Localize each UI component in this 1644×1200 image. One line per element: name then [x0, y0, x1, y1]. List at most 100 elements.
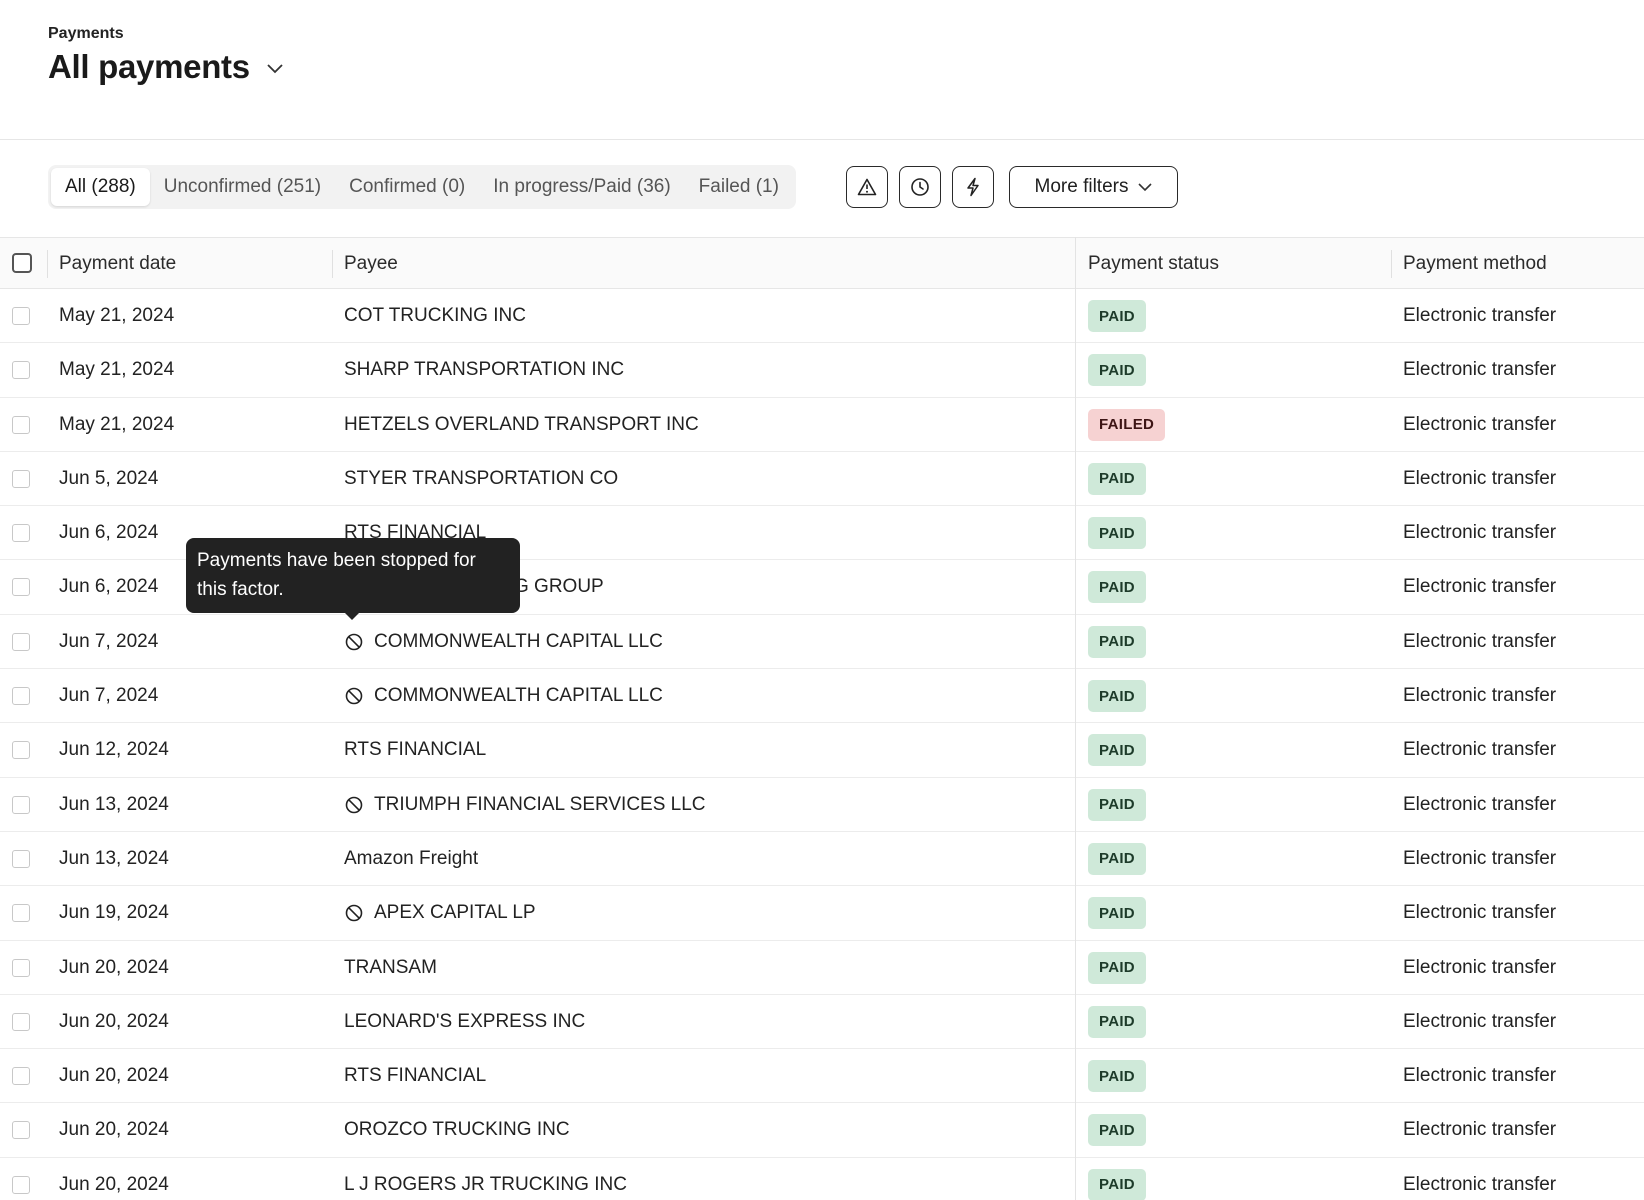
payment-method: Electronic transfer: [1403, 956, 1557, 978]
blocked-icon[interactable]: [344, 686, 364, 706]
row-checkbox[interactable]: [12, 687, 30, 706]
clock-filter-button[interactable]: [899, 166, 941, 208]
payee-cell[interactable]: LEONARD'S EXPRESS INC: [344, 995, 585, 1049]
row-checkbox[interactable]: [12, 469, 30, 488]
payee-cell[interactable]: Amazon Freight: [344, 832, 478, 886]
row-checkbox[interactable]: [12, 1012, 30, 1031]
payee-cell[interactable]: APEX CAPITAL LP: [344, 886, 536, 940]
row-checkbox[interactable]: [12, 958, 30, 977]
tab-all[interactable]: All (288): [51, 168, 150, 206]
payment-status-cell: PAID: [1088, 1103, 1146, 1157]
payee-cell[interactable]: RTS FINANCIAL: [344, 1049, 486, 1103]
bolt-filter-button[interactable]: [952, 166, 994, 208]
chevron-down-icon[interactable]: [266, 60, 284, 78]
more-filters-label: More filters: [1034, 176, 1129, 197]
payment-date: May 21, 2024: [59, 413, 175, 435]
payee-name: SHARP TRANSPORTATION INC: [344, 359, 625, 381]
status-badge: PAID: [1088, 734, 1146, 767]
payee-cell[interactable]: COMMONWEALTH CAPITAL LLC: [344, 615, 663, 669]
table-row[interactable]: Jun 20, 2024 L J ROGERS JR TRUCKING INC PA…: [0, 1158, 1644, 1200]
payment-method: Electronic transfer: [1403, 1173, 1557, 1195]
column-header-payee[interactable]: Payee: [344, 238, 398, 289]
payee-cell[interactable]: SHARP TRANSPORTATION INC: [344, 343, 624, 397]
row-checkbox[interactable]: [12, 741, 30, 760]
payment-status-cell: PAID: [1088, 669, 1146, 723]
status-badge: PAID: [1088, 788, 1146, 821]
row-checkbox[interactable]: [12, 578, 30, 597]
payment-status-cell: PAID: [1088, 886, 1146, 940]
table-row[interactable]: May 21, 2024 HETZELS OVERLAND TRANSPORT I…: [0, 398, 1644, 452]
payment-status-cell: PAID: [1088, 615, 1146, 669]
table-row[interactable]: May 21, 2024 SHARP TRANSPORTATION INC PAID…: [0, 343, 1644, 398]
payment-method: Electronic transfer: [1403, 847, 1557, 869]
payee-name: COMMONWEALTH CAPITAL LLC: [374, 630, 663, 652]
table-row[interactable]: Jun 7, 2024 COMMONWEALTH CAPITAL LLC PAID E…: [0, 669, 1644, 724]
row-checkbox[interactable]: [12, 415, 30, 434]
table-row[interactable]: Jun 20, 2024 LEONARD'S EXPRESS INC PAID Ele…: [0, 995, 1644, 1050]
table-row[interactable]: Jun 20, 2024 RTS FINANCIAL PAID Electronic …: [0, 1049, 1644, 1104]
payee-cell[interactable]: STYER TRANSPORTATION CO: [344, 452, 618, 506]
status-badge: PAID: [1088, 951, 1146, 984]
table-row[interactable]: Jun 13, 2024 Amazon Freight PAID Electronic…: [0, 832, 1644, 887]
payee-cell[interactable]: TRANSAM: [344, 941, 437, 995]
table-row[interactable]: Jun 13, 2024 TRIUMPH FINANCIAL SERVICES L…: [0, 778, 1644, 832]
tab-failed[interactable]: Failed (1): [685, 168, 793, 206]
payment-status-cell: PAID: [1088, 941, 1146, 995]
table-header: Payment date Payee Payment status Paymen…: [0, 237, 1644, 289]
table-row[interactable]: May 21, 2024 COT TRUCKING INC PAID Electron…: [0, 289, 1644, 344]
tooltip: Payments have been stopped for this fact…: [186, 538, 520, 613]
row-checkbox[interactable]: [12, 524, 30, 543]
table-row[interactable]: Jun 19, 2024 APEX CAPITAL LP PAID Electroni…: [0, 886, 1644, 941]
payment-date: Jun 6, 2024: [59, 522, 159, 544]
row-checkbox[interactable]: [12, 632, 30, 651]
table-row[interactable]: Jun 5, 2024 STYER TRANSPORTATION CO PAID El…: [0, 452, 1644, 507]
blocked-icon[interactable]: [344, 795, 364, 815]
payment-date: Jun 6, 2024: [59, 576, 159, 598]
payee-cell[interactable]: L J ROGERS JR TRUCKING INC: [344, 1158, 627, 1200]
row-checkbox[interactable]: [12, 1175, 30, 1194]
payments-table: Payment date Payee Payment status Paymen…: [0, 237, 1644, 1200]
more-filters-button[interactable]: More filters: [1009, 166, 1178, 208]
payee-cell[interactable]: HETZELS OVERLAND TRANSPORT INC: [344, 398, 699, 452]
breadcrumb[interactable]: Payments: [48, 25, 124, 43]
column-header-payment-method[interactable]: Payment method: [1403, 238, 1547, 289]
row-checkbox[interactable]: [12, 1121, 30, 1140]
payee-name: STYER TRANSPORTATION CO: [344, 467, 619, 489]
column-header-payment-status[interactable]: Payment status: [1088, 238, 1219, 289]
row-checkbox[interactable]: [12, 904, 30, 923]
payment-date: Jun 7, 2024: [59, 630, 159, 652]
blocked-icon[interactable]: [344, 903, 364, 923]
payee-cell[interactable]: COMMONWEALTH CAPITAL LLC: [344, 669, 663, 723]
row-checkbox[interactable]: [12, 849, 30, 868]
select-all-checkbox[interactable]: [12, 253, 32, 273]
row-checkbox[interactable]: [12, 361, 30, 380]
tab-in-progress-paid[interactable]: In progress/Paid (36): [479, 168, 684, 206]
payment-date: Jun 7, 2024: [59, 685, 159, 707]
payment-status-cell: FAILED: [1088, 398, 1166, 452]
warning-filter-button[interactable]: [846, 166, 888, 208]
payee-cell[interactable]: OROZCO TRUCKING INC: [344, 1103, 570, 1157]
tab-confirmed[interactable]: Confirmed (0): [335, 168, 479, 206]
payment-date: Jun 13, 2024: [59, 793, 169, 815]
tab-unconfirmed[interactable]: Unconfirmed (251): [150, 168, 335, 206]
payee-name: LEONARD'S EXPRESS INC: [344, 1010, 586, 1032]
column-header-payment-date[interactable]: Payment date: [59, 238, 176, 289]
table-row[interactable]: Jun 20, 2024 OROZCO TRUCKING INC PAID Elect…: [0, 1103, 1644, 1158]
payment-date: May 21, 2024: [59, 359, 175, 381]
payment-method: Electronic transfer: [1403, 739, 1557, 761]
payment-status-cell: PAID: [1088, 778, 1146, 832]
table-row[interactable]: Jun 20, 2024 TRANSAM PAID Electronic transf…: [0, 941, 1644, 995]
payee-cell[interactable]: TRIUMPH FINANCIAL SERVICES LLC: [344, 778, 706, 832]
table-row[interactable]: Jun 12, 2024 RTS FINANCIAL PAID Electronic …: [0, 723, 1644, 778]
column-separator: [47, 250, 48, 278]
table-row[interactable]: Jun 7, 2024 COMMONWEALTH CAPITAL LLC PAID E…: [0, 615, 1644, 670]
row-checkbox[interactable]: [12, 307, 30, 325]
payee-cell[interactable]: COT TRUCKING INC: [344, 289, 526, 343]
row-checkbox[interactable]: [12, 1067, 30, 1086]
payee-name: APEX CAPITAL LP: [374, 902, 536, 924]
payment-method: Electronic transfer: [1403, 305, 1557, 326]
row-checkbox[interactable]: [12, 795, 30, 814]
payee-cell[interactable]: RTS FINANCIAL: [344, 723, 486, 777]
bolt-icon: [964, 177, 982, 197]
blocked-icon[interactable]: [344, 632, 364, 652]
